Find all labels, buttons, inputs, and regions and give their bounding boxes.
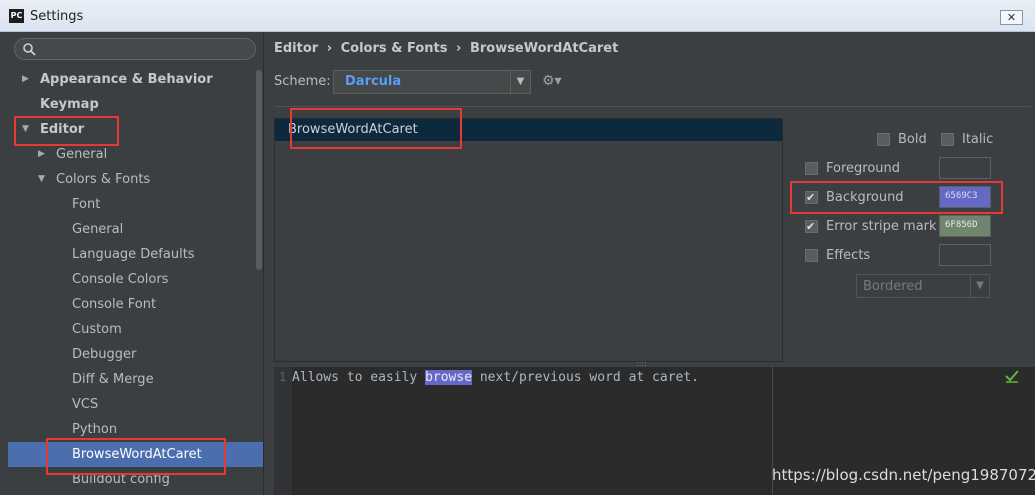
tree-item[interactable]: Custom xyxy=(8,317,263,342)
expanded-arrow-icon[interactable]: ▼ xyxy=(22,117,29,142)
list-item-browsewordatcaret[interactable]: BrowseWordAtCaret xyxy=(275,119,782,141)
code-text-before: Allows to easily xyxy=(292,370,426,385)
bold-checkbox[interactable]: Bold xyxy=(877,131,937,149)
tree-item-label: Console Colors xyxy=(72,272,169,287)
breadcrumb: Editor › Colors & Fonts › BrowseWordAtCa… xyxy=(274,41,622,56)
tree-item-label: Buildout config xyxy=(72,472,170,487)
italic-checkbox-box[interactable] xyxy=(941,133,954,146)
tree-item-label: BrowseWordAtCaret xyxy=(72,447,202,462)
effects-checkbox[interactable]: Effects xyxy=(805,247,935,265)
effect-type-select[interactable]: Bordered ▼ xyxy=(856,274,990,298)
scheme-label: Scheme: xyxy=(274,74,331,89)
collapsed-arrow-icon[interactable]: ▶ xyxy=(38,142,45,167)
tree-item-label: Keymap xyxy=(40,97,99,112)
close-button[interactable]: ✕ xyxy=(1000,10,1023,25)
window-title: Settings xyxy=(30,9,84,24)
search-icon xyxy=(23,43,36,56)
error-stripe-color-value: 6F856D xyxy=(945,220,978,230)
background-checkbox-box[interactable] xyxy=(805,189,818,207)
italic-label: Italic xyxy=(962,132,994,147)
foreground-color-swatch[interactable] xyxy=(939,157,991,179)
chevron-down-icon[interactable]: ▼ xyxy=(510,71,530,93)
tree-item[interactable]: Console Colors xyxy=(8,267,263,292)
breadcrumb-colors-fonts: Colors & Fonts xyxy=(340,41,448,56)
tree-item[interactable]: Console Font xyxy=(8,292,263,317)
element-list: BrowseWordAtCaret xyxy=(274,118,783,362)
breadcrumb-browsewordatcaret: BrowseWordAtCaret xyxy=(469,41,619,56)
error-stripe-label: Error stripe mark xyxy=(826,219,937,234)
editor-gutter: 1 xyxy=(274,367,292,495)
tree-item[interactable]: Python xyxy=(8,417,263,442)
window-title-bar: PC Settings ✕ xyxy=(0,0,1035,32)
breadcrumb-separator: › xyxy=(326,41,333,56)
tree-item[interactable]: ▶ General xyxy=(8,142,263,167)
tree-item[interactable]: Language Defaults xyxy=(8,242,263,267)
tree-item[interactable]: ▶ Appearance & Behavior xyxy=(8,67,263,92)
tree-item-label: Colors & Fonts xyxy=(56,172,151,187)
line-number: 1 xyxy=(279,370,287,384)
tree-item[interactable]: Diff & Merge xyxy=(8,367,263,392)
collapsed-arrow-icon[interactable]: ▶ xyxy=(22,67,29,92)
separator xyxy=(274,106,1031,107)
tree-item[interactable]: Keymap xyxy=(8,92,263,117)
code-text-after: next/previous word at caret. xyxy=(472,370,700,385)
scheme-value: Darcula xyxy=(345,74,402,89)
tree-item-label: Python xyxy=(72,422,118,437)
tree-item-label: Debugger xyxy=(72,347,137,362)
foreground-checkbox[interactable]: Foreground xyxy=(805,160,935,178)
expanded-arrow-icon[interactable]: ▼ xyxy=(38,167,45,192)
settings-tree-panel: ▶ Appearance & Behavior Keymap ▼ Editor ▶ Gene… xyxy=(0,32,263,495)
tree-item-label: Appearance & Behavior xyxy=(40,72,213,87)
tree-item[interactable]: ▼ Colors & Fonts xyxy=(8,167,263,192)
tree-item-label: Console Font xyxy=(72,297,157,312)
error-stripe-checkbox[interactable]: Error stripe mark xyxy=(805,218,945,236)
tree-item-label: General xyxy=(56,147,108,162)
pycharm-app-icon: PC xyxy=(9,9,24,23)
scheme-select[interactable]: Darcula ▼ xyxy=(333,70,531,94)
gear-icon[interactable]: ⚙▾ xyxy=(542,73,564,89)
effects-color-swatch[interactable] xyxy=(939,244,991,266)
bold-checkbox-box[interactable] xyxy=(877,133,890,146)
tree-item-label: Language Defaults xyxy=(72,247,195,262)
tree-item[interactable]: BrowseWordAtCaret xyxy=(8,442,263,467)
tree-item[interactable]: Font xyxy=(8,192,263,217)
bold-label: Bold xyxy=(898,132,927,147)
effects-checkbox-box[interactable] xyxy=(805,249,818,262)
watermark: https://blog.csdn.net/peng19870724 xyxy=(772,466,1035,484)
breadcrumb-separator: › xyxy=(456,41,462,56)
colors-fonts-panel: Editor › Colors & Fonts › BrowseWordAtCa… xyxy=(264,32,1035,495)
background-label: Background xyxy=(826,190,904,205)
effects-label: Effects xyxy=(826,248,871,263)
tree-item[interactable]: General xyxy=(8,217,263,242)
tree-item[interactable]: ▼ Editor xyxy=(8,117,263,142)
background-color-swatch[interactable]: 6569C3 xyxy=(939,186,991,208)
error-stripe-color-swatch[interactable]: 6F856D xyxy=(939,215,991,237)
tree-item-label: Custom xyxy=(72,322,122,337)
tree-scrollbar[interactable] xyxy=(256,70,262,270)
foreground-checkbox-box[interactable] xyxy=(805,162,818,175)
tree-item-label: General xyxy=(72,222,124,237)
breadcrumb-editor: Editor xyxy=(274,41,319,56)
tree-item-label: Editor xyxy=(40,122,85,137)
settings-search-input[interactable] xyxy=(14,38,256,60)
tree-item-label: Diff & Merge xyxy=(72,372,154,387)
highlighted-word: browse xyxy=(425,370,473,385)
foreground-label: Foreground xyxy=(826,161,901,176)
tree-item-label: Font xyxy=(72,197,101,212)
preview-code-line: Allows to easily browse next/previous wo… xyxy=(292,370,699,385)
background-checkbox[interactable]: Background xyxy=(805,189,935,207)
tree-item[interactable]: Buildout config xyxy=(8,467,263,492)
italic-checkbox[interactable]: Italic xyxy=(941,131,1001,149)
inspection-ok-icon xyxy=(1005,370,1019,383)
chevron-down-icon[interactable]: ▼ xyxy=(970,275,989,297)
effect-type-value: Bordered xyxy=(863,279,923,294)
tree-item-label: VCS xyxy=(72,397,99,412)
background-color-value: 6569C3 xyxy=(945,191,978,201)
error-stripe-checkbox-box[interactable] xyxy=(805,218,818,236)
tree-item[interactable]: Debugger xyxy=(8,342,263,367)
tree-item[interactable]: VCS xyxy=(8,392,263,417)
